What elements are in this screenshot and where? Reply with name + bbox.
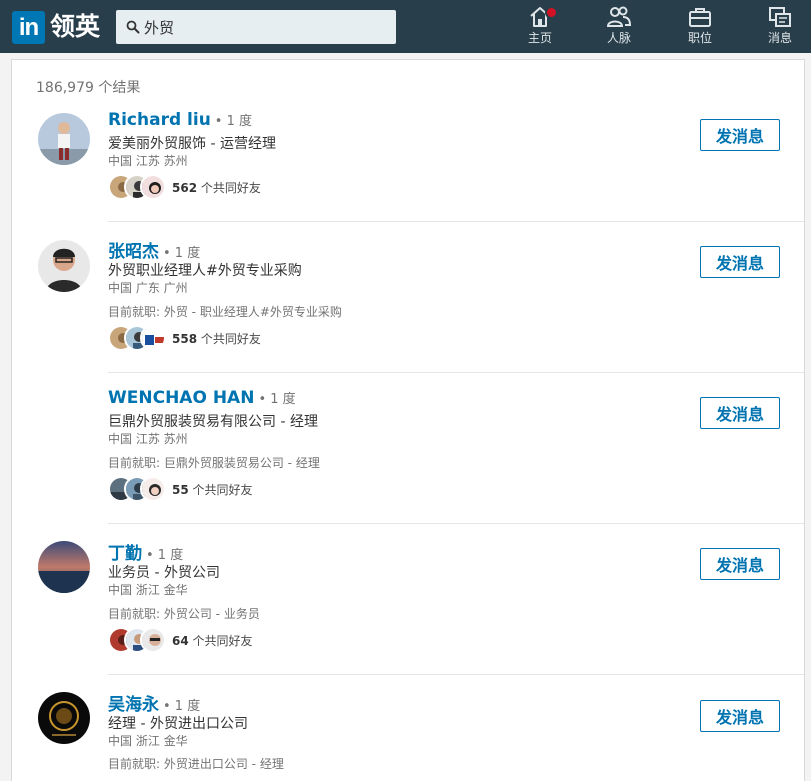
nav-home[interactable]: 主页	[512, 6, 568, 50]
mutual-count-text: 558 个共同好友	[172, 332, 261, 346]
search-icon	[126, 20, 140, 34]
location: 中国 江苏 苏州	[108, 154, 188, 168]
headline: 经理 - 外贸进出口公司	[108, 716, 248, 732]
profile-photo	[38, 541, 90, 593]
profile-name-link[interactable]: Richard liu	[108, 110, 211, 130]
profile-name-link[interactable]: WENCHAO HAN	[108, 388, 254, 408]
mutual-avatar	[140, 325, 166, 351]
headline: 爱美丽外贸服饰 - 运营经理	[108, 136, 276, 152]
profile-name-link[interactable]: 张昭杰	[108, 242, 159, 262]
network-icon	[606, 6, 632, 27]
current-position: 目前就职: 外贸公司 - 业务员	[108, 607, 260, 621]
name-line: Richard liu • 1 度	[108, 110, 252, 130]
linkedin-logo-icon[interactable]: in	[12, 11, 45, 44]
nav-home-label: 主页	[527, 31, 552, 45]
brand-name[interactable]: 领英	[50, 9, 100, 45]
briefcase-icon	[689, 8, 711, 27]
headline: 巨鼎外贸服装贸易有限公司 - 经理	[108, 414, 318, 430]
location: 中国 江苏 苏州	[108, 432, 188, 446]
divider	[108, 372, 804, 373]
mutual-avatar	[140, 476, 166, 502]
results-count: 186,979 个结果	[36, 80, 141, 96]
headline: 业务员 - 外贸公司	[108, 565, 220, 581]
nav-messages[interactable]: 消息	[752, 6, 808, 50]
name-line: 吴海永 • 1 度	[108, 690, 200, 715]
mutual-count-text: 562 个共同好友	[172, 181, 261, 195]
mutual-avatar	[140, 174, 166, 200]
connection-degree: • 1 度	[163, 246, 201, 261]
search-box	[116, 10, 396, 44]
location: 中国 浙江 金华	[108, 583, 188, 597]
avatar[interactable]	[38, 113, 90, 165]
avatar[interactable]	[38, 541, 90, 593]
location: 中国 广东 广州	[108, 281, 188, 295]
current-position: 目前就职: 外贸 - 职业经理人#外贸专业采购	[108, 305, 342, 319]
nav-jobs-label: 职位	[687, 31, 712, 45]
message-button[interactable]: 发消息	[700, 548, 780, 580]
message-button[interactable]: 发消息	[700, 246, 780, 278]
headline: 外贸职业经理人#外贸专业采购	[108, 263, 302, 279]
nav-network[interactable]: 人脉	[591, 6, 647, 50]
connection-degree: • 1 度	[163, 699, 201, 714]
search-input[interactable]	[144, 10, 389, 44]
nav-network-label: 人脉	[606, 31, 631, 45]
name-line: 张昭杰 • 1 度	[108, 237, 200, 262]
search-results-panel: 186,979 个结果 Richard liu • 1 度 爱美丽外贸服饰 - 运…	[11, 59, 805, 781]
messages-icon	[769, 7, 791, 27]
avatar[interactable]	[38, 692, 90, 744]
name-line: WENCHAO HAN • 1 度	[108, 388, 296, 408]
top-navigation-bar: in 领英 主页 人脉 职位	[0, 0, 811, 53]
mutual-count-text: 64 个共同好友	[172, 634, 253, 648]
connection-degree: • 1 度	[258, 392, 296, 407]
message-button[interactable]: 发消息	[700, 700, 780, 732]
name-line: 丁勤 • 1 度	[108, 539, 183, 564]
avatar[interactable]	[38, 240, 90, 292]
current-position: 目前就职: 巨鼎外贸服装贸易公司 - 经理	[108, 456, 320, 470]
mutual-avatar	[140, 627, 166, 653]
nav-messages-label: 消息	[767, 31, 792, 45]
divider	[108, 523, 804, 524]
profile-name-link[interactable]: 丁勤	[108, 544, 142, 564]
connection-degree: • 1 度	[214, 114, 253, 129]
divider	[108, 221, 804, 222]
connection-degree: • 1 度	[146, 548, 184, 563]
divider	[108, 674, 804, 675]
nav-jobs[interactable]: 职位	[672, 6, 728, 50]
profile-name-link[interactable]: 吴海永	[108, 695, 159, 715]
notification-badge	[545, 6, 558, 19]
current-position: 目前就职: 外贸进出口公司 - 经理	[108, 757, 284, 771]
profile-photo	[38, 240, 90, 292]
mutual-count-text: 55 个共同好友	[172, 483, 253, 497]
profile-photo	[38, 113, 90, 165]
message-button[interactable]: 发消息	[700, 119, 780, 151]
profile-photo	[38, 692, 90, 744]
location: 中国 浙江 金华	[108, 734, 188, 748]
message-button[interactable]: 发消息	[700, 397, 780, 429]
